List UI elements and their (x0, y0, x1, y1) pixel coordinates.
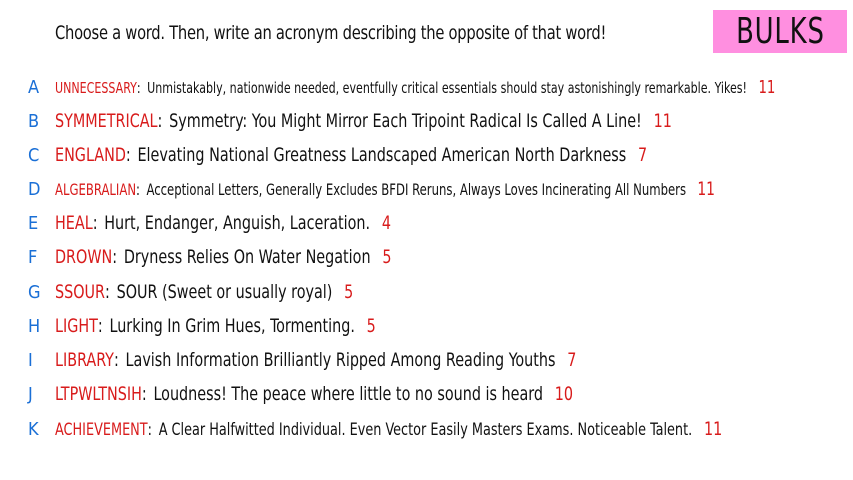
prompt-text: Choose a word. Then, write an acronym de… (55, 22, 607, 44)
entry-word: LIBRARY (55, 349, 114, 371)
entry-score: 11 (697, 178, 715, 200)
entry-definition: Dryness Relies On Water Negation (123, 246, 371, 268)
entry-word: ENGLAND (55, 144, 126, 166)
entry-word: ACHIEVEMENT (55, 420, 148, 440)
entry-word: DROWN (55, 246, 113, 268)
entry-score: 5 (344, 281, 354, 303)
entry-letter: K (28, 418, 39, 440)
entry-definition: Lurking In Grim Hues, Tormenting. (109, 315, 355, 337)
entry-score: 5 (382, 246, 392, 268)
badge-label: BULKS (735, 11, 825, 52)
entry-letter: G (28, 281, 41, 303)
entry-word: HEAL (55, 212, 93, 234)
entry-score: 5 (366, 315, 376, 337)
entry-letter: I (28, 349, 33, 371)
entry-definition: Unmistakably, nationwide needed, eventfu… (147, 78, 747, 97)
entry-score: 11 (758, 76, 776, 98)
entry-word: SSOUR (55, 281, 106, 303)
entry-definition: A Clear Halfwitted Individual. Even Vect… (158, 420, 693, 440)
entry-score: 7 (567, 349, 577, 371)
entry-letter: F (28, 246, 38, 268)
entry-definition: Loudness! The peace where little to no s… (153, 383, 544, 405)
entry-letter: E (28, 212, 39, 234)
entry-letter: J (28, 383, 33, 405)
entry-definition: Symmetry: You Might Mirror Each Tripoint… (169, 110, 642, 132)
entry-letter: H (28, 315, 41, 337)
entry-definition: Lavish Information Brilliantly Ripped Am… (125, 349, 556, 371)
entry-letter: A (28, 76, 40, 98)
entry-letter: C (28, 144, 40, 166)
entry-definition: Elevating National Greatness Landscaped … (137, 144, 627, 166)
entry-letter: D (28, 178, 41, 200)
entry-score: 11 (653, 110, 672, 132)
entry-word: LTPWLTNSIH (55, 383, 142, 405)
entry-score: 10 (554, 383, 574, 405)
bulks-badge: BULKS (713, 10, 847, 53)
entry-letter: B (28, 110, 40, 132)
entry-score: 11 (703, 418, 723, 440)
entry-word: ALGEBRALIAN (55, 180, 137, 199)
entry-word: LIGHT (55, 315, 98, 337)
entry-definition: SOUR (Sweet or usually royal) (116, 281, 333, 303)
entry-word: SYMMETRICAL (55, 110, 158, 132)
entry-word: UNNECESSARY (55, 78, 137, 97)
entry-score: 7 (638, 144, 648, 166)
entry-score: 4 (381, 212, 391, 234)
entry-definition: Acceptional Letters, Generally Excludes … (146, 180, 687, 199)
entry-definition: Hurt, Endanger, Anguish, Laceration. (104, 212, 371, 234)
